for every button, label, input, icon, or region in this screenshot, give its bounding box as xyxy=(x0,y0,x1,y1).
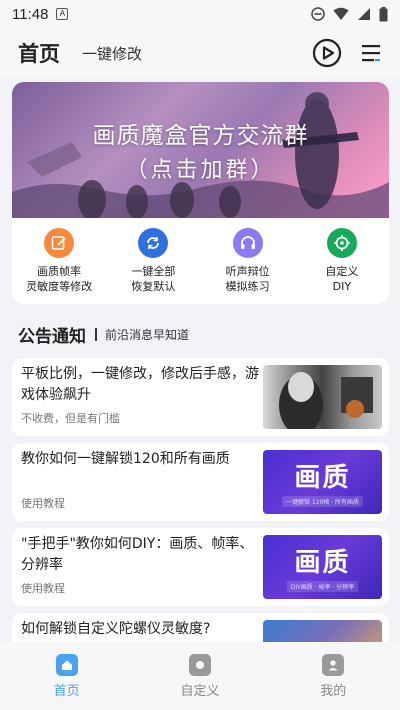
quick-action-label: 灵敏度等修改 xyxy=(26,280,93,293)
refresh-icon xyxy=(138,228,169,258)
news-subtitle: 不收费，但是有门槛 xyxy=(21,412,120,425)
status-bar: 11:48 A xyxy=(0,0,400,28)
section-title: 公告通知 xyxy=(18,327,86,347)
custom-icon xyxy=(188,653,211,676)
play-icon[interactable] xyxy=(312,38,342,68)
tab-label: 首页 xyxy=(53,683,80,699)
news-item[interactable]: 平板比例，一键修改，修改后手感，游戏体验飙升 不收费，但是有门槛 xyxy=(12,358,389,436)
bottom-tab-bar: 首页 自定义 我的 xyxy=(0,642,400,710)
tab-label: 我的 xyxy=(320,683,347,699)
news-subtitle: 使用教程 xyxy=(21,497,65,510)
quick-action-label: 画质帧率 xyxy=(37,265,82,278)
quick-actions: 画质帧率 灵敏度等修改 一键全部 恢复默认 听声辩位 模拟练习 自定义 DIY xyxy=(12,218,389,294)
news-title: 教你如何一键解锁120和所有画质 xyxy=(21,451,230,467)
news-thumbnail: 画质 一键解锁 120帧 · 所有画质 xyxy=(263,450,382,514)
quick-action-diy[interactable]: 自定义 DIY xyxy=(297,228,387,294)
section-subtitle: 前沿消息早知道 xyxy=(105,328,190,342)
banner-card: 画质魔盒官方交流群 （点击加群） 画质帧率 灵敏度等修改 一键全部 恢复默认 听… xyxy=(12,82,389,304)
quick-action-restore[interactable]: 一键全部 恢复默认 xyxy=(108,228,198,294)
quick-action-label: 听声辩位 xyxy=(225,265,270,278)
banner-subtitle: （点击加群） xyxy=(125,158,276,183)
tab-home[interactable]: 首页 xyxy=(27,653,107,699)
menu-icon[interactable] xyxy=(360,42,382,64)
quick-action-label: 模拟练习 xyxy=(225,280,270,293)
quick-action-label: 自定义 xyxy=(325,265,359,278)
notification-badge: A xyxy=(56,8,69,20)
tab-profile[interactable]: 我的 xyxy=(293,653,373,699)
wifi-icon xyxy=(333,7,349,20)
news-title: 如何解锁自定义陀螺仪灵敏度? xyxy=(21,621,211,637)
tab-custom[interactable]: 自定义 xyxy=(160,653,240,699)
app-header: 首页 一键修改 xyxy=(0,28,400,78)
battery-icon xyxy=(379,6,388,21)
thumbnail-caption: DIY画质 · 帧率 · 分辨率 xyxy=(286,581,359,592)
quick-action-modify[interactable]: 画质帧率 灵敏度等修改 xyxy=(14,228,104,294)
dnd-icon xyxy=(311,7,325,21)
news-thumbnail xyxy=(263,365,382,429)
quick-action-label: 一键全部 xyxy=(131,265,176,278)
tab-label: 自定义 xyxy=(180,683,220,699)
announcement-header: 公告通知 前沿消息早知道 xyxy=(18,322,189,347)
join-group-banner[interactable]: 画质魔盒官方交流群 （点击加群） xyxy=(12,82,389,218)
quick-action-label: 恢复默认 xyxy=(131,280,176,293)
quick-action-listen[interactable]: 听声辩位 模拟练习 xyxy=(203,228,293,294)
news-item[interactable]: 教你如何一键解锁120和所有画质 使用教程 画质 一键解锁 120帧 · 所有画… xyxy=(12,443,389,521)
one-click-modify-link[interactable]: 一键修改 xyxy=(82,43,142,64)
news-title: 平板比例，一键修改，修改后手感，游戏体验飙升 xyxy=(21,366,259,403)
quick-action-label: DIY xyxy=(332,280,352,293)
signal-icon xyxy=(358,8,370,20)
profile-icon xyxy=(322,653,345,676)
page-title: 首页 xyxy=(18,42,60,66)
news-subtitle: 使用教程 xyxy=(21,582,65,595)
home-icon xyxy=(55,653,78,676)
thumbnail-title: 画质 xyxy=(294,548,351,578)
status-time: 11:48 xyxy=(12,5,49,23)
news-item[interactable]: "手把手"教你如何DIY：画质、帧率、分辨率 使用教程 画质 DIY画质 · 帧… xyxy=(12,528,389,606)
news-title: "手把手"教你如何DIY：画质、帧率、分辨率 xyxy=(21,536,254,573)
thumbnail-caption: 一键解锁 120帧 · 所有画质 xyxy=(281,496,364,507)
thumbnail-title: 画质 xyxy=(294,463,351,493)
news-thumbnail: 画质 DIY画质 · 帧率 · 分辨率 xyxy=(263,535,382,599)
edit-icon xyxy=(44,228,75,258)
headphones-icon xyxy=(232,228,263,258)
banner-title: 画质魔盒官方交流群 xyxy=(92,123,309,149)
soldiers-illustration xyxy=(12,92,389,218)
crosshair-icon xyxy=(326,228,357,258)
section-divider xyxy=(95,328,97,341)
